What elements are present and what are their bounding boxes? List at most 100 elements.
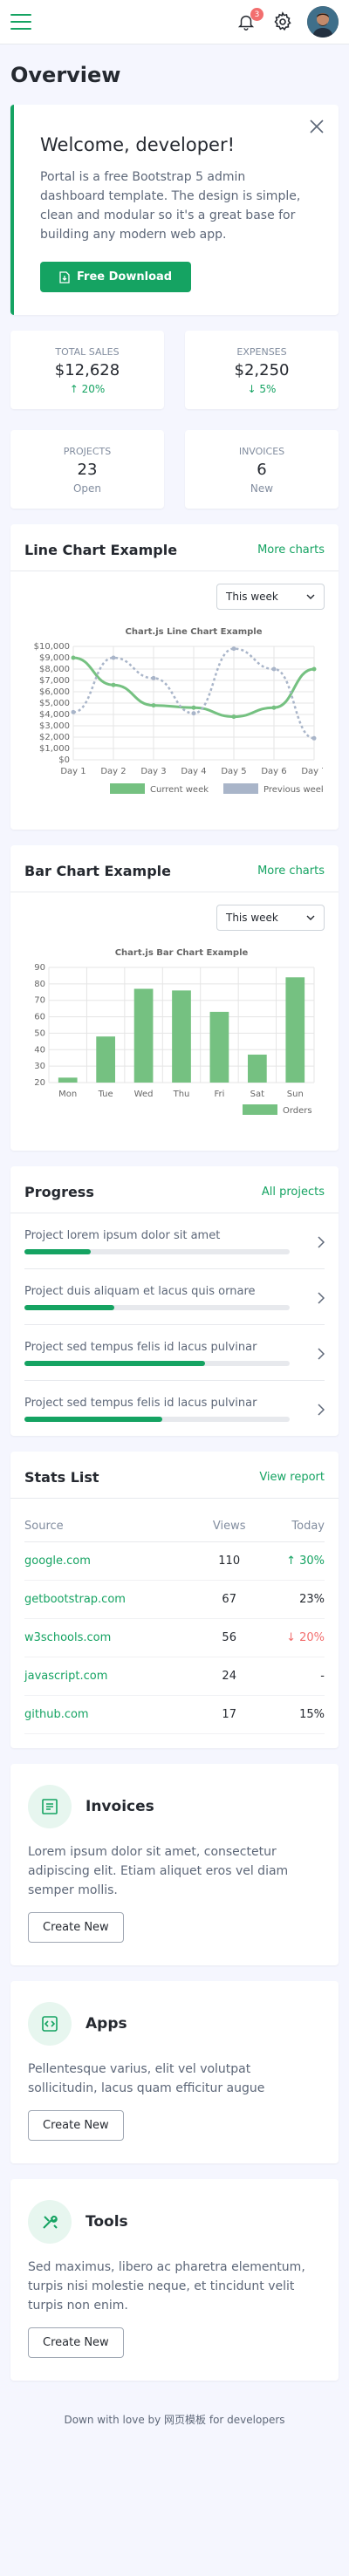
- stat-card-projects[interactable]: Projects 23 Open: [10, 430, 164, 509]
- y-tick-label: $10,000: [34, 642, 70, 652]
- x-tick-label: Wed: [134, 1090, 154, 1099]
- stat-value: 23: [77, 461, 98, 479]
- data-point: [311, 735, 317, 741]
- feature-text: Sed maximus, libero ac pharetra elementu…: [28, 2260, 305, 2313]
- stats-table: Source Views Today google.com 110 ↑ 30% …: [24, 1511, 325, 1734]
- more-charts-link[interactable]: More charts: [257, 543, 325, 557]
- y-tick-label: $6,000: [39, 687, 70, 697]
- legend-label: Previous week: [263, 785, 323, 795]
- source-link[interactable]: github.com: [24, 1708, 89, 1721]
- source-link[interactable]: getbootstrap.com: [24, 1593, 126, 1606]
- bar-chart-card: Bar Chart Example More charts This week …: [10, 845, 339, 1151]
- progress-item[interactable]: Project duis aliquam et lacus quis ornar…: [24, 1269, 325, 1325]
- y-tick-label: 90: [34, 963, 45, 973]
- welcome-title: Welcome, developer!: [40, 134, 235, 155]
- create-new-button[interactable]: Create New: [28, 2110, 124, 2141]
- period-select[interactable]: This week: [216, 584, 325, 610]
- x-tick-label: Day 6: [261, 767, 286, 776]
- progress-item[interactable]: Project sed tempus felis id lacus pulvin…: [24, 1325, 325, 1381]
- today-cell: 23%: [257, 1580, 325, 1619]
- code-icon: [28, 2002, 72, 2046]
- chart-title: Chart.js Line Chart Example: [126, 627, 263, 637]
- progress-track: [24, 1417, 290, 1422]
- stats-list-card: Stats List View report Source Views Toda…: [10, 1452, 339, 1748]
- bar: [133, 988, 154, 1083]
- data-point: [231, 714, 236, 720]
- progress-track: [24, 1305, 290, 1310]
- receipt-icon: [28, 1785, 72, 1828]
- progress-title: Project sed tempus felis id lacus pulvin…: [24, 1341, 257, 1354]
- stat-card-invoices[interactable]: Invoices 6 New: [185, 430, 339, 509]
- gear-icon[interactable]: [272, 11, 293, 32]
- stat-card-sales[interactable]: Total Sales $12,628 ↑ 20%: [10, 331, 164, 409]
- card-title: Bar Chart Example: [24, 863, 171, 879]
- legend-swatch: [243, 1104, 277, 1115]
- data-point: [71, 655, 76, 660]
- top-bar: 3: [0, 0, 349, 44]
- today-cell: -: [257, 1657, 325, 1696]
- close-icon[interactable]: [309, 119, 325, 134]
- legend-label: Current week: [150, 785, 209, 795]
- all-projects-link[interactable]: All projects: [262, 1186, 325, 1199]
- menu-toggle-icon[interactable]: [10, 14, 31, 30]
- data-point: [111, 682, 116, 687]
- create-new-button[interactable]: Create New: [28, 2327, 124, 2358]
- views-cell: 17: [200, 1695, 258, 1734]
- progress-title: Project sed tempus felis id lacus pulvin…: [24, 1397, 257, 1410]
- y-tick-label: $0: [58, 755, 70, 765]
- notifications-button[interactable]: 3: [234, 8, 263, 34]
- view-report-link[interactable]: View report: [259, 1471, 325, 1484]
- more-charts-link[interactable]: More charts: [257, 864, 325, 878]
- bar-chart: Chart.js Bar Chart Example 20 30 40 50 60 70 80…: [34, 948, 315, 1116]
- feature-text: Pellentesque varius, elit vel volutpat s…: [28, 2062, 265, 2095]
- y-tick-label: $2,000: [39, 733, 70, 742]
- feature-title: Invoices: [86, 1798, 154, 1815]
- data-point: [71, 709, 76, 714]
- y-tick-label: 40: [34, 1045, 45, 1055]
- y-tick-label: $9,000: [39, 653, 70, 663]
- feature-card-tools: Tools Sed maximus, libero ac pharetra el…: [10, 2179, 339, 2381]
- table-row: github.com 17 15%: [24, 1695, 325, 1734]
- feature-title: Tools: [86, 2213, 128, 2231]
- stat-change: ↓ 5%: [247, 383, 277, 395]
- stat-label: Total Sales: [55, 346, 120, 358]
- chevron-right-icon: [318, 1347, 325, 1360]
- stat-card-expenses[interactable]: Expenses $2,250 ↓ 5%: [185, 331, 339, 409]
- x-tick-label: Day 5: [221, 767, 246, 776]
- progress-track: [24, 1249, 290, 1254]
- table-row: getbootstrap.com 67 23%: [24, 1580, 325, 1619]
- bar: [96, 1036, 115, 1083]
- views-cell: 24: [200, 1657, 258, 1696]
- bar: [172, 990, 191, 1083]
- chevron-right-icon: [318, 1403, 325, 1416]
- line-chart-card: Line Chart Example More charts This week…: [10, 524, 339, 830]
- chart-title: Chart.js Bar Chart Example: [115, 948, 249, 958]
- y-tick-label: $5,000: [39, 699, 70, 708]
- data-point: [191, 705, 196, 710]
- legend-label: Orders: [283, 1106, 312, 1116]
- create-new-button[interactable]: Create New: [28, 1912, 124, 1943]
- column-header: Today: [257, 1511, 325, 1542]
- progress-fill: [24, 1305, 115, 1310]
- progress-item[interactable]: Project sed tempus felis id lacus pulvin…: [24, 1381, 325, 1436]
- table-row: google.com 110 ↑ 30%: [24, 1541, 325, 1581]
- views-cell: 110: [200, 1541, 258, 1581]
- card-header: Line Chart Example More charts: [10, 524, 339, 571]
- stat-change: ↑ 20%: [69, 383, 106, 395]
- progress-card: Progress All projects Project lorem ipsu…: [10, 1166, 339, 1436]
- x-tick-label: Sat: [250, 1090, 264, 1099]
- source-link[interactable]: javascript.com: [24, 1670, 107, 1683]
- data-point: [271, 705, 277, 710]
- stat-value: $2,250: [234, 361, 290, 379]
- progress-item[interactable]: Project lorem ipsum dolor sit amet: [24, 1213, 325, 1269]
- x-tick-label: Day 7: [301, 767, 323, 776]
- source-link[interactable]: google.com: [24, 1554, 91, 1568]
- period-select-value: This week: [226, 912, 278, 924]
- user-avatar[interactable]: [307, 6, 339, 38]
- table-row: w3schools.com 56 ↓ 20%: [24, 1618, 325, 1657]
- free-download-button[interactable]: Free Download: [40, 262, 192, 292]
- y-tick-label: 80: [34, 980, 45, 989]
- source-link[interactable]: w3schools.com: [24, 1631, 111, 1644]
- period-select[interactable]: This week: [216, 905, 325, 931]
- x-tick-label: Day 1: [60, 767, 86, 776]
